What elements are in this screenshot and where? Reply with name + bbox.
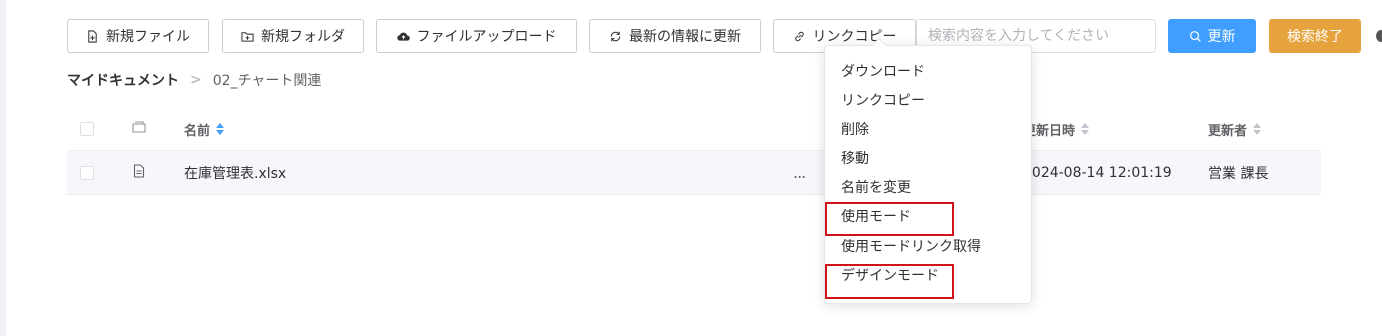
updated-by-column-header[interactable]: 更新者	[1208, 108, 1262, 150]
folder-icon	[132, 121, 146, 137]
highlight-box-use-mode	[825, 202, 954, 236]
row-updated-at-cell: 2024-08-14 12:01:19	[1023, 151, 1172, 194]
menu-item-download[interactable]: ダウンロード	[841, 61, 925, 83]
sort-desc-icon	[216, 130, 225, 135]
more-actions-button[interactable]: ...	[793, 163, 806, 182]
table-header: 名前 更新日時 更新者	[67, 108, 1321, 151]
name-column-label: 名前	[184, 123, 211, 139]
cloud-upload-icon	[396, 30, 410, 43]
row-updated-by-cell: 営業 課長	[1208, 151, 1268, 194]
search-icon	[1189, 30, 1202, 43]
select-all-checkbox[interactable]	[80, 122, 94, 136]
name-sort-icon[interactable]	[216, 123, 225, 135]
refresh-button[interactable]: 更新	[1168, 19, 1256, 53]
file-name[interactable]: 在庫管理表.xlsx	[184, 163, 286, 183]
file-table: 名前 更新日時 更新者 在庫管理表.xlsx ... 2024-08-14 12…	[67, 108, 1321, 195]
menu-item-delete[interactable]: 削除	[841, 119, 869, 141]
row-type-cell	[133, 151, 145, 194]
left-edge-strip	[0, 0, 6, 336]
select-all-cell	[80, 108, 94, 150]
updated-at-value: 2024-08-14 12:01:19	[1023, 164, 1172, 181]
updated-at-column-header[interactable]: 更新日時	[1023, 108, 1090, 150]
table-row[interactable]: 在庫管理表.xlsx ... 2024-08-14 12:01:19 営業 課長	[67, 151, 1321, 195]
row-select-cell	[80, 151, 94, 194]
refresh-label: 更新	[1207, 29, 1236, 45]
sort-asc-icon	[1253, 123, 1262, 128]
context-menu: ダウンロード リンクコピー 削除 移動 名前を変更 使用モード 使用モードリンク…	[824, 37, 1032, 304]
file-plus-icon	[86, 29, 99, 43]
updated-at-sort-icon[interactable]	[1081, 123, 1090, 135]
folder-plus-icon	[241, 30, 254, 43]
breadcrumb-current: 02_チャート関連	[212, 73, 322, 89]
menu-item-move[interactable]: 移動	[841, 148, 869, 170]
row-name-cell[interactable]: 在庫管理表.xlsx	[184, 151, 286, 194]
new-file-button[interactable]: 新規ファイル	[67, 19, 209, 53]
sort-desc-icon	[1081, 130, 1090, 135]
file-upload-button[interactable]: ファイルアップロード	[376, 19, 577, 53]
menu-item-rename[interactable]: 名前を変更	[841, 177, 911, 199]
highlight-box-design-mode	[825, 264, 954, 299]
document-icon	[133, 163, 145, 182]
refresh-latest-button[interactable]: 最新の情報に更新	[589, 19, 761, 53]
end-search-label: 検索終了	[1287, 29, 1343, 45]
name-column-header[interactable]: 名前	[184, 108, 225, 150]
updated-by-sort-icon[interactable]	[1253, 123, 1262, 135]
breadcrumb: マイドキュメント > 02_チャート関連	[67, 70, 321, 90]
sort-desc-icon	[1253, 130, 1262, 135]
help-icon[interactable]	[1376, 30, 1382, 42]
sort-asc-icon	[216, 123, 225, 128]
breadcrumb-separator: >	[190, 72, 202, 88]
refresh-latest-label: 最新の情報に更新	[629, 29, 741, 45]
new-folder-button[interactable]: 新規フォルダ	[222, 19, 364, 53]
new-file-label: 新規ファイル	[106, 29, 190, 45]
row-actions-cell: ...	[793, 151, 806, 194]
menu-item-copy-link[interactable]: リンクコピー	[841, 90, 925, 112]
refresh-icon	[609, 30, 622, 43]
row-checkbox[interactable]	[80, 165, 94, 180]
breadcrumb-root[interactable]: マイドキュメント	[67, 70, 179, 90]
type-column-header	[132, 108, 146, 150]
sort-asc-icon	[1081, 123, 1090, 128]
updated-by-column-label: 更新者	[1208, 123, 1248, 139]
end-search-button[interactable]: 検索終了	[1269, 19, 1361, 53]
file-upload-label: ファイルアップロード	[416, 29, 557, 45]
menu-item-use-mode-link[interactable]: 使用モードリンク取得	[841, 236, 981, 258]
updated-by-value: 営業 課長	[1208, 165, 1269, 182]
new-folder-label: 新規フォルダ	[261, 29, 345, 45]
link-icon	[793, 30, 806, 43]
